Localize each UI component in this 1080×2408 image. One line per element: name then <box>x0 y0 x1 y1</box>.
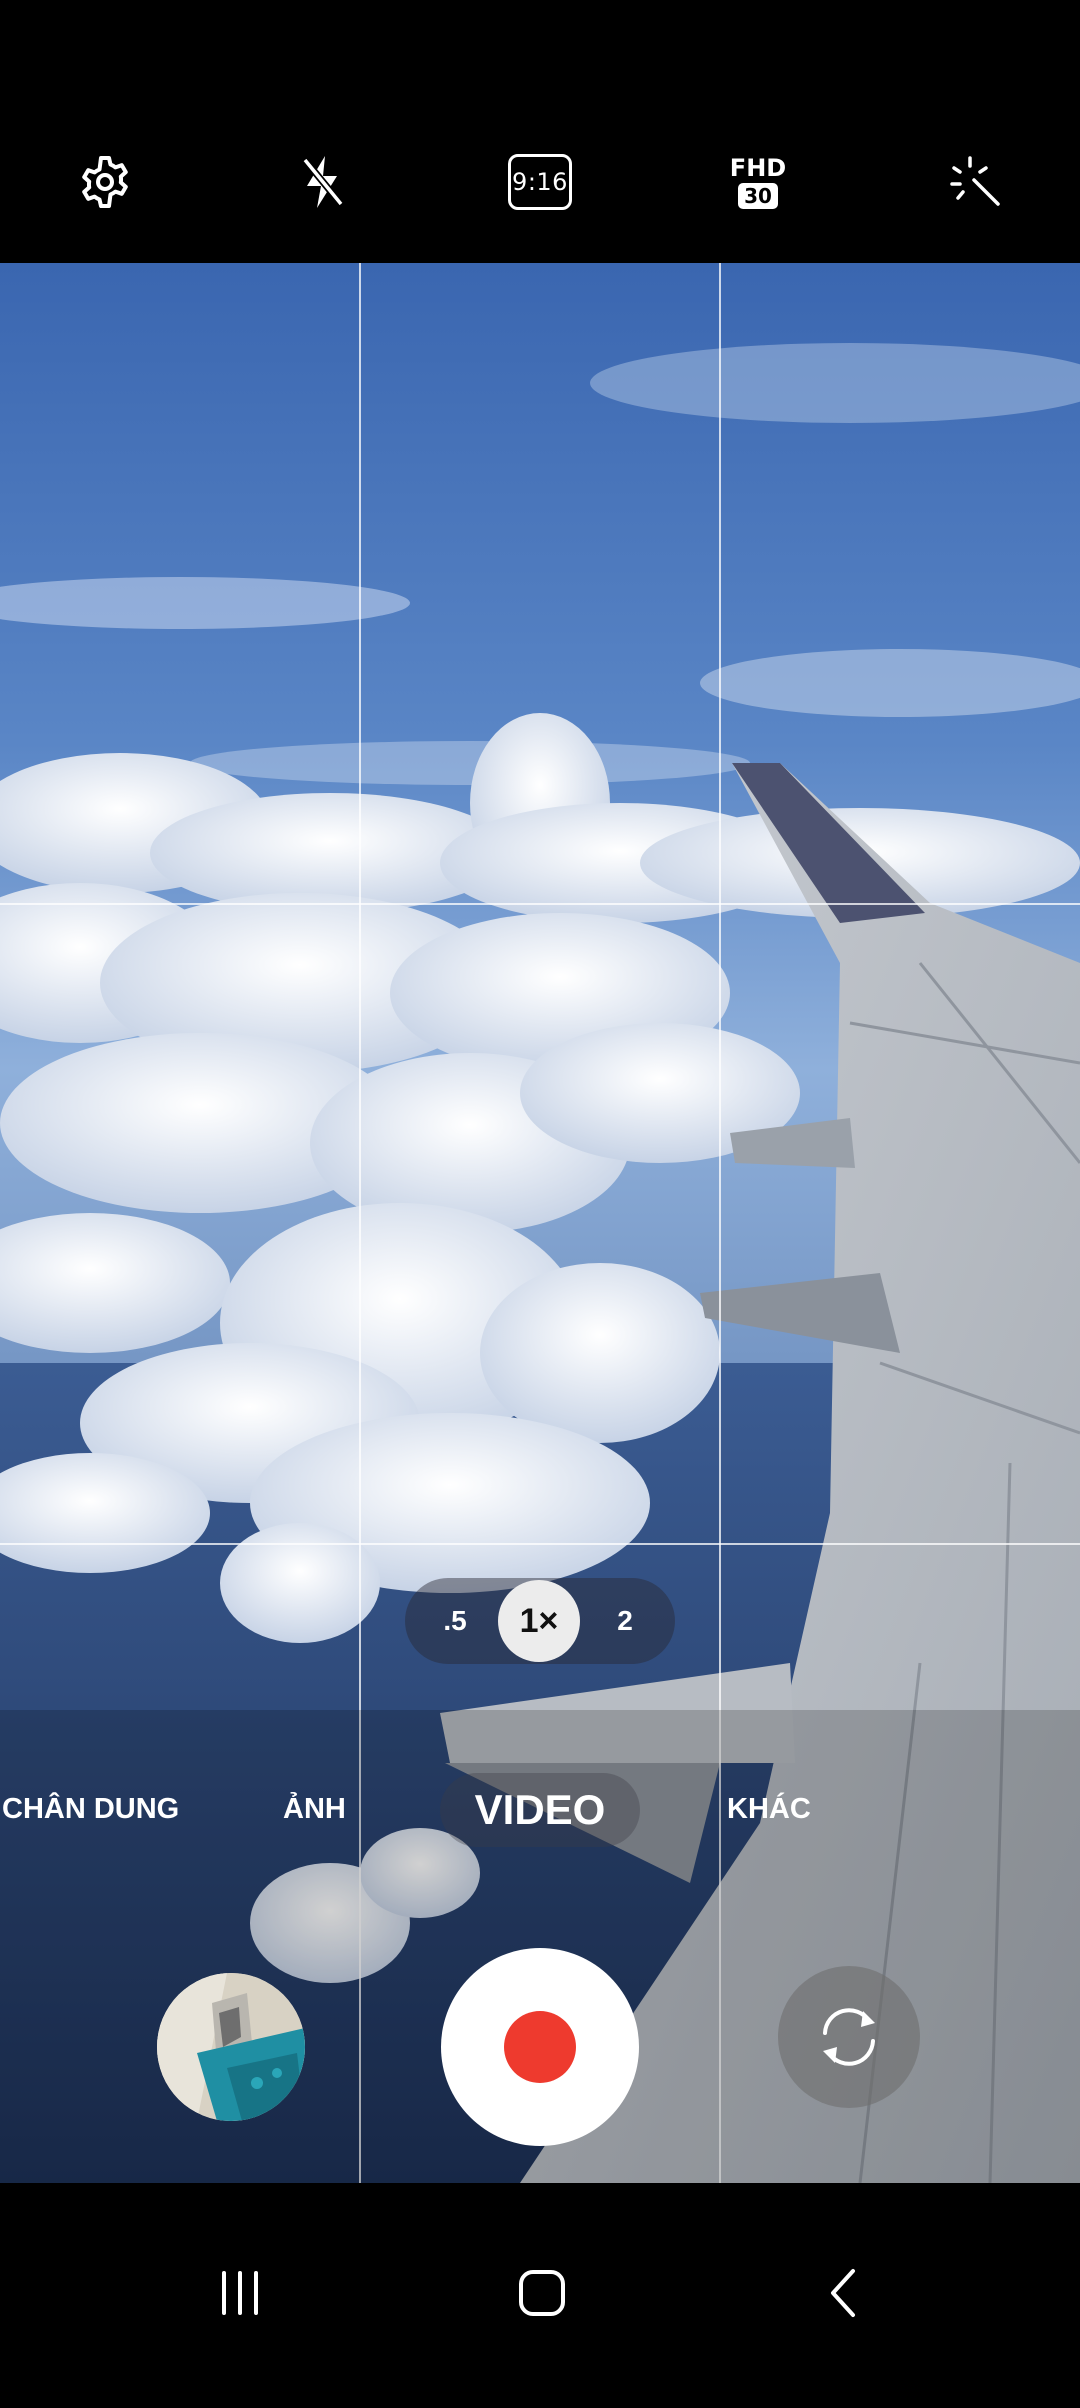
gallery-image <box>157 1973 305 2121</box>
switch-camera-button[interactable] <box>778 1966 920 2108</box>
mode-portrait[interactable]: CHÂN DUNG <box>2 1779 179 1839</box>
back-icon <box>831 2269 855 2317</box>
switch-camera-icon <box>823 2008 875 2066</box>
zoom-2x-button[interactable]: 2 <box>595 1578 655 1664</box>
magic-wand-icon <box>950 156 1000 206</box>
mode-more[interactable]: KHÁC <box>727 1779 811 1839</box>
flash-button[interactable] <box>272 132 372 232</box>
gallery-thumbnail[interactable] <box>157 1973 305 2121</box>
zoom-0-5x-button[interactable]: .5 <box>425 1578 485 1664</box>
zoom-1x-button[interactable]: 1× <box>498 1580 580 1662</box>
aspect-ratio-label: 9:16 <box>508 154 572 210</box>
grid-line <box>0 1543 1080 1545</box>
home-button[interactable] <box>492 2243 592 2343</box>
mode-video[interactable]: VIDEO <box>440 1773 640 1847</box>
gear-icon <box>82 156 128 208</box>
zoom-selector: .5 1× 2 <box>405 1578 675 1664</box>
home-icon <box>519 2270 565 2316</box>
camera-viewfinder[interactable]: .5 1× 2 CHÂN DUNG ẢNH VIDEO KHÁC <box>0 263 1080 2183</box>
aspect-ratio-button[interactable]: 9:16 <box>490 132 590 232</box>
camera-screen: 9:16 FHD 30 .5 1× 2 CHÂN DUNG ẢNH VIDEO … <box>0 0 1080 2408</box>
video-quality-button[interactable]: FHD 30 <box>708 132 808 232</box>
camera-top-bar: 9:16 FHD 30 <box>0 0 1080 263</box>
system-nav-bar <box>0 2183 1080 2408</box>
recents-button[interactable] <box>190 2243 290 2343</box>
grid-line <box>0 903 1080 905</box>
effects-button[interactable] <box>926 132 1026 232</box>
back-button[interactable] <box>795 2243 895 2343</box>
recents-icon <box>222 2271 258 2315</box>
settings-button[interactable] <box>55 132 155 232</box>
record-icon <box>504 2011 576 2083</box>
flash-off-icon <box>302 156 344 208</box>
quality-label: FHD <box>729 154 787 182</box>
mode-photo[interactable]: ẢNH <box>283 1779 346 1839</box>
record-button[interactable] <box>441 1948 639 2146</box>
quality-fps: 30 <box>738 183 778 209</box>
